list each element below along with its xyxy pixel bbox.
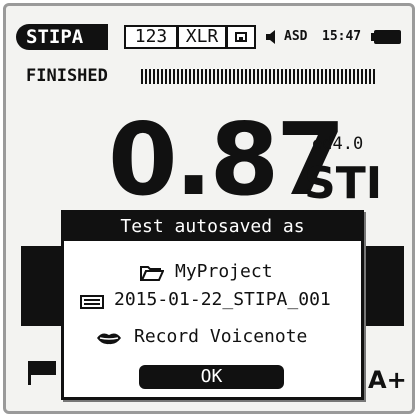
autosave-dialog: Test autosaved as MyProject 2015-01-22_S… [61, 210, 364, 400]
background-bar-left [21, 246, 61, 326]
device-screen: STIPA 123 XLR ASD 15:47 FINISHED 0.87 ed… [3, 3, 415, 414]
input-chip[interactable]: 123 [124, 25, 178, 49]
background-bar-right [364, 246, 404, 326]
flag-icon [28, 361, 56, 375]
file-icon [80, 295, 104, 309]
record-voicenote-button[interactable]: Record Voicenote [134, 326, 307, 348]
unit-label: STI [304, 158, 383, 209]
mode-label[interactable]: STIPA [16, 24, 108, 50]
project-name: MyProject [175, 261, 273, 282]
dialog-title: Test autosaved as [64, 213, 361, 241]
speaker-icon [266, 30, 275, 44]
memory-card-icon[interactable] [226, 25, 256, 49]
background-partial-label: A+ [368, 366, 407, 394]
clock: 15:47 [322, 29, 362, 44]
lips-icon[interactable] [96, 331, 122, 345]
device-frame: STIPA 123 XLR ASD 15:47 FINISHED 0.87 ed… [0, 0, 415, 415]
file-name: 2015-01-22_STIPA_001 [114, 289, 331, 310]
battery-icon [371, 30, 401, 44]
progress-bar [141, 69, 376, 84]
flag-stem [28, 361, 31, 385]
ok-button[interactable]: OK [139, 365, 284, 389]
status-bar: STIPA 123 XLR ASD 15:47 [16, 24, 401, 52]
asd-label: ASD [284, 29, 308, 44]
folder-icon [140, 266, 164, 281]
connector-chip[interactable]: XLR [177, 25, 227, 49]
measurement-status: FINISHED [26, 66, 108, 86]
standard-version: ed4.0 [312, 134, 364, 154]
